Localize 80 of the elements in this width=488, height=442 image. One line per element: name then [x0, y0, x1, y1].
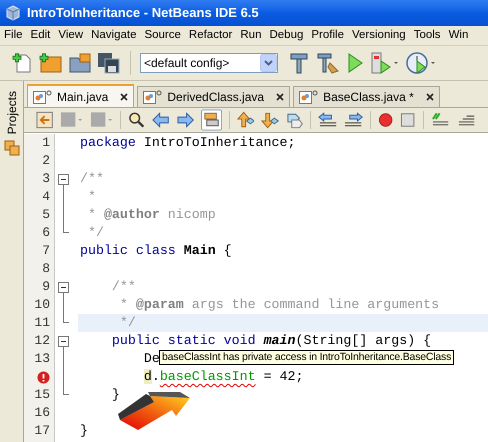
down-arrow-icon[interactable] [261, 111, 278, 129]
code-line: */ [118, 314, 136, 332]
line-number: 15 [34, 386, 50, 404]
error-tooltip: baseClassInt has private access in IntroToInheritance.BaseClass [159, 350, 454, 365]
line-number: 9 [42, 278, 50, 296]
line-number: 2 [42, 152, 50, 170]
java-file-icon [143, 90, 164, 104]
folder-icon[interactable] [68, 52, 92, 74]
code-line: } [110, 386, 120, 404]
file-tab[interactable]: BaseClass.java * [293, 86, 440, 107]
code-editor[interactable] [24, 133, 488, 442]
left-arrow-icon[interactable] [152, 111, 170, 129]
record-icon[interactable] [378, 112, 394, 128]
close-icon[interactable] [276, 93, 284, 101]
cube-icon [5, 5, 21, 21]
line-number: 6 [42, 224, 50, 242]
menu-item[interactable]: Debug [269, 26, 304, 44]
line-number: 8 [42, 260, 50, 278]
close-icon[interactable] [426, 93, 434, 101]
menu-item[interactable]: Run [240, 26, 262, 44]
menu-item[interactable]: File [4, 26, 23, 44]
code-line: * @author nicomp [86, 206, 216, 224]
config-dropdown[interactable]: <default config> [140, 53, 278, 73]
up-arrow-icon[interactable] [237, 111, 254, 129]
code-line: public static void main(String[] args) { [110, 332, 432, 350]
menu-item[interactable]: Profile [311, 26, 344, 44]
fold-toggle-icon[interactable] [58, 336, 69, 347]
line-number: 10 [34, 296, 50, 314]
code-line: package IntroToInheritance; [80, 134, 296, 152]
code-line: } [80, 422, 88, 440]
hammer-broom-icon[interactable] [316, 51, 340, 75]
java-file-icon [33, 90, 53, 104]
menu-item[interactable]: Versioning [352, 26, 406, 44]
debug-icon[interactable] [370, 51, 400, 75]
line-number: 7 [42, 242, 50, 260]
new-project-icon[interactable] [39, 52, 63, 74]
close-icon[interactable] [120, 92, 128, 100]
code-line: De [142, 350, 160, 368]
line-number: 13 [34, 350, 50, 368]
menu-item[interactable]: Navigate [91, 26, 136, 44]
menu-item[interactable]: Refactor [188, 26, 232, 44]
file-tab[interactable]: Main.java [27, 84, 134, 107]
search-icon[interactable] [128, 111, 146, 129]
bookmark-icon[interactable] [286, 111, 303, 129]
shift-left-icon[interactable] [318, 111, 337, 129]
menu-item[interactable]: Edit [30, 26, 50, 44]
window-title: IntroToInheritance - NetBeans IDE 6.5 [27, 4, 259, 22]
java-file-icon [299, 90, 320, 104]
code-line: d.baseClassInt = 42; [142, 368, 304, 386]
windows-icon[interactable] [4, 140, 20, 156]
menu-item[interactable]: Source [144, 26, 181, 44]
line-number: 11 [34, 314, 50, 332]
right-arrow-icon[interactable] [176, 111, 194, 129]
fold-toggle-icon[interactable] [58, 174, 69, 185]
line-number: 4 [42, 188, 50, 206]
menu-item[interactable]: View [58, 26, 84, 44]
line-number: 1 [42, 134, 50, 152]
stop-icon[interactable] [400, 112, 416, 128]
code-line: * @param args the command line arguments [118, 296, 440, 314]
line-number: 12 [34, 332, 50, 350]
line-number: 5 [42, 206, 50, 224]
line-number: 17 [34, 422, 50, 440]
file-tab[interactable]: DerivedClass.java [137, 86, 290, 107]
menu-item[interactable]: Tools [414, 26, 441, 44]
toggle-highlight-icon[interactable] [200, 109, 222, 131]
fold-toggle-icon[interactable] [58, 282, 69, 293]
menu-item[interactable]: Win [448, 26, 468, 44]
code-line: /** [110, 278, 136, 296]
back-icon[interactable] [36, 111, 54, 129]
shift-right-icon[interactable] [344, 111, 364, 129]
config-value: <default config> [144, 55, 230, 72]
code-line: */ [86, 224, 104, 242]
line-number: 16 [34, 404, 50, 422]
code-line: * [86, 188, 96, 206]
profile-icon[interactable] [405, 51, 437, 75]
code-line: /** [80, 170, 104, 188]
save-all-icon[interactable] [97, 52, 121, 74]
line-number: 3 [42, 170, 50, 188]
projects-tab[interactable]: Projects [2, 91, 20, 134]
code-line: public class Main { [80, 242, 232, 260]
